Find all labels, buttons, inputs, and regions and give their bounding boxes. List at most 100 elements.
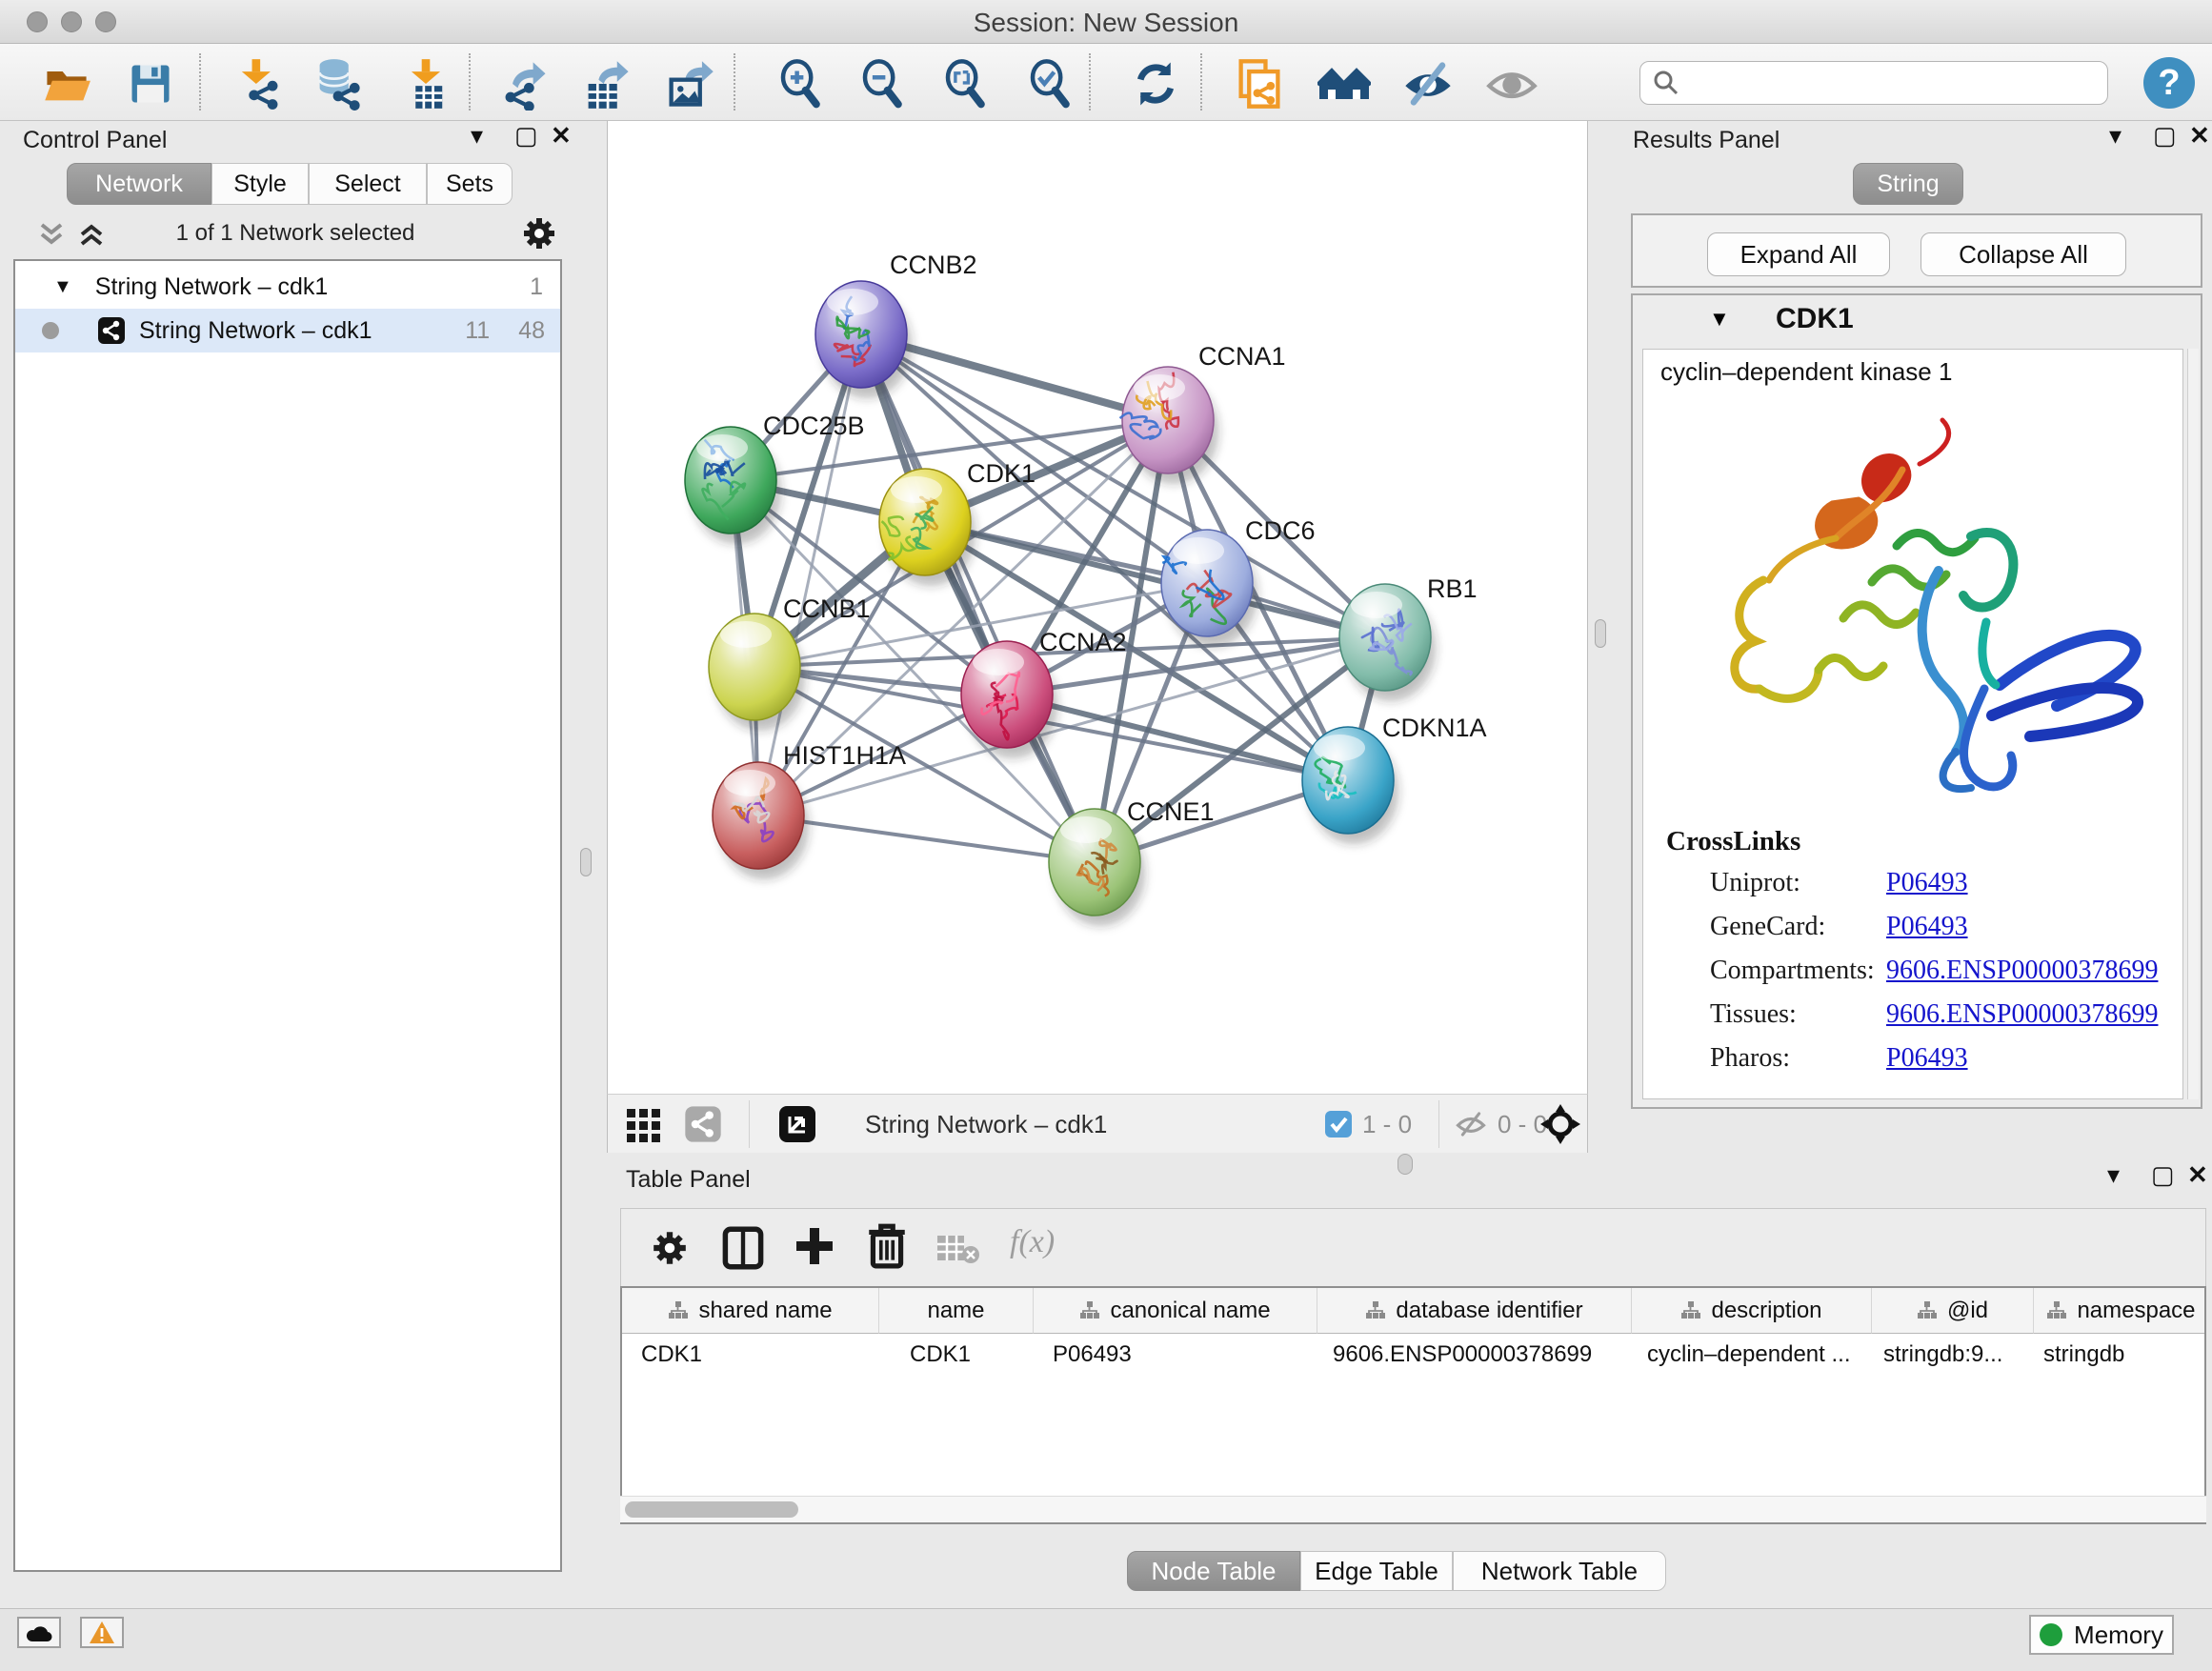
search-input[interactable] (1639, 61, 2108, 105)
cloud-status-button[interactable] (17, 1617, 61, 1648)
crosslink-label: Compartments: (1710, 956, 1875, 986)
zoom-selected-button[interactable] (1023, 57, 1076, 111)
network-node-ccna1[interactable]: CCNA1 (1120, 342, 1286, 484)
network-edge[interactable] (925, 522, 1385, 637)
export-table-button[interactable] (580, 57, 633, 111)
table-settings-gear-icon[interactable] (650, 1228, 690, 1268)
crosslink-uniprot-link[interactable]: P06493 (1886, 868, 1968, 898)
results-buttons-box: Expand All Collapse All (1631, 213, 2202, 288)
network-collection-row[interactable]: ▼ String Network – cdk1 1 (15, 265, 560, 309)
copy-document-icon (1233, 57, 1286, 111)
help-button[interactable]: ? (2143, 57, 2195, 109)
table-horizontal-scrollbar[interactable] (620, 1496, 2206, 1522)
birdseye-grid-button[interactable] (625, 1103, 663, 1145)
tree-column-icon (1917, 1300, 1938, 1321)
table-panel-close-icon[interactable]: ✕ (2187, 1160, 2208, 1190)
fit-selection-button[interactable] (1539, 1103, 1581, 1145)
network-node-rb1[interactable]: RB1 (1339, 574, 1478, 701)
network-edge[interactable] (861, 334, 1095, 862)
import-network-from-database-button[interactable] (312, 57, 365, 111)
network-node-cdk1[interactable]: CDK1 (879, 459, 1036, 586)
external-window-icon (777, 1104, 817, 1144)
memory-button[interactable]: Memory (2029, 1615, 2174, 1655)
column-header-id[interactable]: @id (1872, 1288, 2034, 1334)
crosslink-genecard-link[interactable]: P06493 (1886, 912, 1968, 942)
network-options-gear-icon[interactable] (520, 214, 558, 252)
toolbar-separator (734, 53, 735, 111)
tab-string[interactable]: String (1853, 163, 1963, 205)
delete-column-icon[interactable] (867, 1222, 907, 1270)
tab-select[interactable]: Select (309, 163, 427, 205)
delete-table-icon-disabled (935, 1234, 979, 1264)
network-row[interactable]: String Network – cdk1 11 48 (15, 309, 560, 352)
results-panel-maximize-icon[interactable]: ▢ (2153, 121, 2177, 151)
crosslink-compartments-link[interactable]: 9606.ENSP00000378699 (1886, 956, 2158, 986)
export-network-button[interactable] (498, 57, 552, 111)
network-canvas[interactable]: CCNB2CCNA1CDC25BCDK1CDC6RB1CCNB1CCNA2CDK… (607, 121, 1588, 1094)
open-session-button[interactable] (40, 57, 93, 111)
column-header-namespace[interactable]: namespace (2034, 1288, 2206, 1334)
zoom-in-button[interactable] (774, 57, 827, 111)
open-in-window-button[interactable] (777, 1103, 817, 1145)
control-panel-close-icon[interactable]: ✕ (551, 121, 572, 151)
network-node-cdc25b[interactable]: CDC25B (685, 412, 865, 544)
right-splitter-handle[interactable] (1595, 619, 1606, 648)
network-share-toggle[interactable] (684, 1103, 722, 1145)
clone-network-button[interactable] (1233, 57, 1286, 111)
save-session-button[interactable] (124, 57, 177, 111)
column-header-canonical-name[interactable]: canonical name (1034, 1288, 1317, 1334)
cell-id: stringdb:9... (1872, 1334, 2034, 1376)
column-header-database-identifier[interactable]: database identifier (1317, 1288, 1632, 1334)
first-neighbors-button[interactable] (1317, 57, 1371, 111)
network-node-hist1h1a[interactable]: HIST1H1A (713, 741, 906, 879)
results-panel-close-icon[interactable]: ✕ (2189, 121, 2210, 151)
refresh-button[interactable] (1129, 57, 1182, 111)
zoom-out-button[interactable] (855, 57, 909, 111)
results-panel-float-icon[interactable]: ▾ (2109, 121, 2122, 151)
network-node-ccnb2[interactable]: CCNB2 (815, 251, 977, 398)
control-panel-maximize-icon[interactable]: ▢ (514, 121, 538, 151)
network-node-ccne1[interactable]: CCNE1 (1049, 797, 1215, 926)
selected-checkbox-icon[interactable] (1324, 1110, 1353, 1138)
gene-expander-icon[interactable]: ▼ (1709, 307, 1730, 332)
tab-node-table[interactable]: Node Table (1127, 1551, 1300, 1591)
network-node-cdkn1a[interactable]: CDKN1A (1302, 714, 1487, 844)
hide-selected-button[interactable] (1401, 57, 1455, 111)
export-image-button[interactable] (663, 57, 716, 111)
import-table-button[interactable] (399, 57, 452, 111)
string-network-graph[interactable]: CCNB2CCNA1CDC25BCDK1CDC6RB1CCNB1CCNA2CDK… (608, 121, 1589, 1094)
column-header-name[interactable]: name (879, 1288, 1034, 1334)
scrollbar-thumb[interactable] (625, 1501, 798, 1518)
network-edge[interactable] (758, 815, 1095, 862)
table-panel-float-icon[interactable]: ▾ (2107, 1160, 2120, 1190)
tree-column-icon (2046, 1300, 2067, 1321)
network-node-ccna2[interactable]: CCNA2 (961, 628, 1127, 758)
column-header-shared-name[interactable]: shared name (622, 1288, 879, 1334)
show-all-button[interactable] (1485, 57, 1538, 111)
collection-expander-icon[interactable]: ▼ (53, 276, 72, 298)
table-panel-maximize-icon[interactable]: ▢ (2151, 1160, 2175, 1190)
tree-column-icon (1079, 1300, 1100, 1321)
expand-all-icon[interactable] (74, 219, 109, 250)
column-header-description[interactable]: description (1632, 1288, 1872, 1334)
collapse-all-button[interactable]: Collapse All (1920, 232, 2126, 276)
zoom-fit-button[interactable] (938, 57, 992, 111)
crosslink-pharos-link[interactable]: P06493 (1886, 1043, 1968, 1074)
import-network-button[interactable] (231, 57, 285, 111)
expand-all-button[interactable]: Expand All (1707, 232, 1890, 276)
tab-style[interactable]: Style (211, 163, 309, 205)
control-panel-float-icon[interactable]: ▾ (471, 121, 483, 151)
warnings-button[interactable] (80, 1617, 124, 1648)
tab-edge-table[interactable]: Edge Table (1300, 1551, 1453, 1591)
tab-sets[interactable]: Sets (427, 163, 513, 205)
collapse-all-icon[interactable] (34, 219, 69, 250)
tab-network[interactable]: Network (67, 163, 211, 205)
view-title: String Network – cdk1 (865, 1103, 1107, 1145)
crosslink-tissues-link[interactable]: 9606.ENSP00000378699 (1886, 999, 2158, 1030)
show-columns-icon[interactable] (722, 1226, 764, 1270)
left-splitter-handle[interactable] (580, 848, 592, 876)
network-edge-count: 48 (518, 317, 545, 345)
results-scrollbar[interactable] (2187, 349, 2199, 1099)
tab-network-table[interactable]: Network Table (1453, 1551, 1666, 1591)
add-column-icon[interactable] (793, 1224, 836, 1268)
